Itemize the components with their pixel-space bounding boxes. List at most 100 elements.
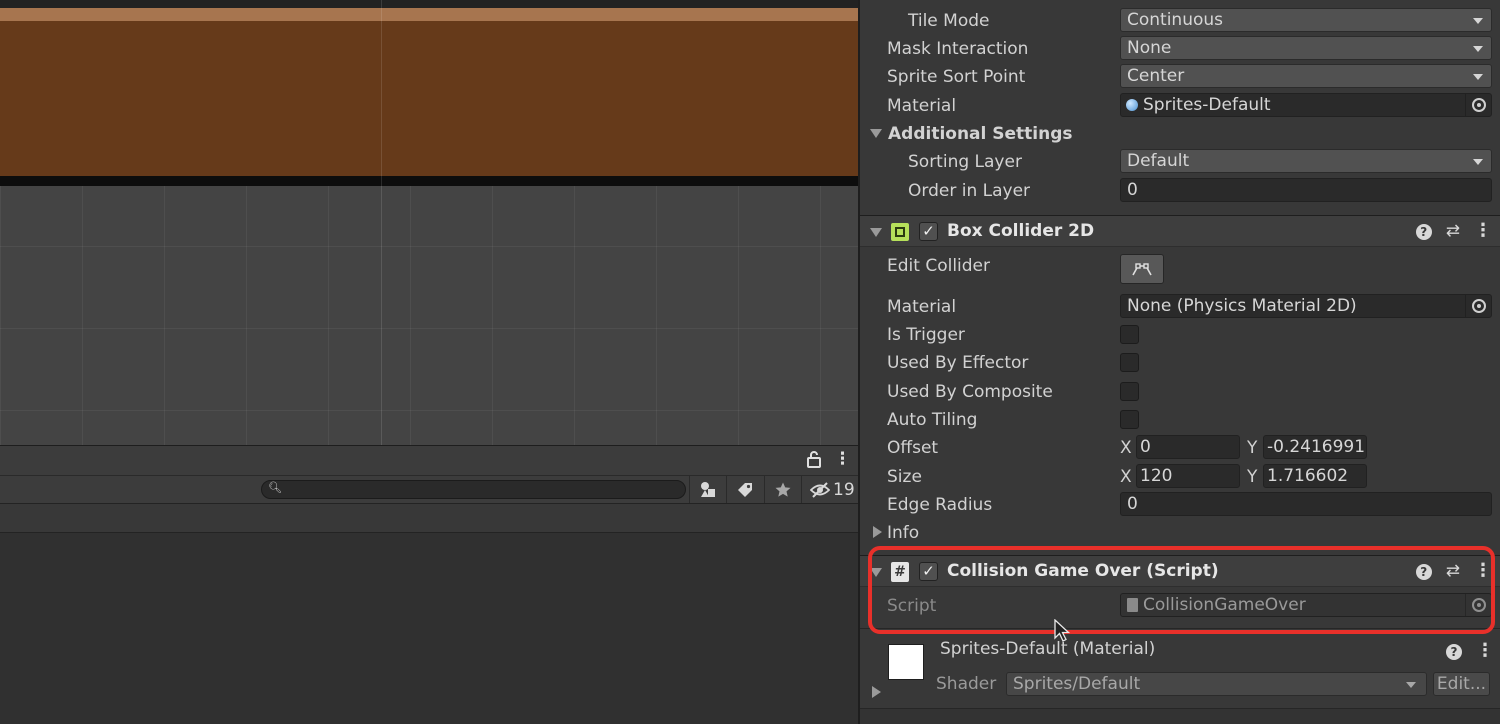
material-label: Material [887, 96, 957, 116]
filter-by-label-button[interactable] [726, 476, 762, 503]
sorting-layer-dropdown[interactable]: Default [1120, 149, 1492, 173]
filter-by-type-button[interactable] [689, 476, 725, 503]
additional-settings-row[interactable]: Additional Settings [860, 119, 1500, 147]
edge-radius-row: Edge Radius 0 [860, 490, 1500, 518]
shader-label: Shader [936, 674, 997, 694]
edit-shader-button[interactable]: Edit... [1433, 672, 1490, 696]
eye-hidden-icon [810, 481, 830, 498]
edge-radius-label: Edge Radius [887, 495, 993, 515]
offset-label: Offset [887, 438, 939, 458]
size-x-input[interactable]: 120 [1136, 464, 1240, 488]
more-options-icon[interactable]: ⋮ [1476, 641, 1494, 661]
favorites-button[interactable] [764, 476, 800, 503]
presets-icon[interactable]: ⇄ [1446, 561, 1460, 581]
script-object-field[interactable]: CollisionGameOver [1120, 593, 1492, 617]
shader-dropdown[interactable]: Sprites/Default [1006, 672, 1427, 696]
sprite-sort-point-dropdown[interactable]: Center [1120, 64, 1492, 88]
box-collider-enabled-checkbox[interactable]: ✓ [919, 222, 938, 241]
offset-row: Offset X 0 Y -0.2416991 [860, 433, 1500, 461]
chevron-down-icon [1473, 159, 1483, 165]
scene-view[interactable] [0, 0, 858, 445]
more-options-icon[interactable]: ⋮ [1474, 561, 1492, 581]
chevron-down-icon [1473, 18, 1483, 24]
material-asset-icon [1126, 99, 1138, 111]
project-search-input[interactable]: 🔍︎ [261, 480, 686, 499]
edit-collider-button[interactable] [1120, 254, 1164, 284]
sorting-layer-value: Default [1127, 151, 1190, 171]
info-foldout-row[interactable]: Info [860, 518, 1500, 546]
tile-mode-dropdown[interactable]: Continuous [1120, 8, 1492, 32]
offset-x-label[interactable]: X [1120, 438, 1132, 458]
edge-radius-input[interactable]: 0 [1120, 492, 1492, 516]
auto-tiling-checkbox[interactable] [1120, 410, 1139, 429]
mouse-cursor-icon [1054, 619, 1070, 642]
presets-icon[interactable]: ⇄ [1446, 221, 1460, 241]
is-trigger-checkbox[interactable] [1120, 325, 1139, 344]
info-label: Info [887, 523, 920, 543]
size-x-label[interactable]: X [1120, 467, 1132, 487]
chevron-down-icon [1406, 682, 1416, 688]
physics-material-field[interactable]: None (Physics Material 2D) [1120, 294, 1492, 318]
is-trigger-label: Is Trigger [887, 325, 965, 345]
script-enabled-checkbox[interactable]: ✓ [919, 562, 938, 581]
cs-script-icon [1127, 598, 1138, 612]
lock-icon[interactable] [806, 450, 822, 473]
size-y-label[interactable]: Y [1247, 467, 1257, 487]
sprite-sort-point-label: Sprite Sort Point [887, 67, 1026, 87]
foldout-collapsed-icon[interactable] [873, 526, 882, 538]
order-in-layer-label: Order in Layer [908, 181, 1031, 201]
search-icon: 🔍︎ [268, 481, 282, 494]
box-collider-header[interactable]: ✓ Box Collider 2D ? ⇄ ⋮ [860, 215, 1500, 247]
material-row: Material Sprites-Default [860, 91, 1500, 119]
inspector-bottom-strip [860, 708, 1500, 724]
hidden-packages-toggle[interactable]: 19 [801, 476, 858, 503]
help-icon[interactable]: ? [1446, 644, 1462, 660]
chevron-down-icon [1473, 46, 1483, 52]
foldout-collapsed-icon[interactable] [872, 686, 881, 698]
object-picker-icon[interactable] [1465, 94, 1491, 116]
help-icon[interactable]: ? [1415, 564, 1432, 580]
used-by-composite-label: Used By Composite [887, 382, 1053, 402]
order-in-layer-input[interactable]: 0 [1120, 178, 1492, 202]
script-component-header[interactable]: # ✓ Collision Game Over (Script) ? ⇄ ⋮ [860, 555, 1500, 587]
more-options-icon[interactable]: ⋮ [834, 449, 851, 469]
edit-collider-icon [1132, 263, 1152, 276]
more-options-icon[interactable]: ⋮ [1474, 221, 1492, 241]
mask-interaction-value: None [1127, 38, 1172, 58]
offset-y-input[interactable]: -0.2416991 [1263, 435, 1367, 459]
inspector-panel: Tile Mode Continuous Mask Interaction No… [858, 0, 1500, 724]
material-object-field[interactable]: Sprites-Default [1120, 93, 1492, 117]
sorting-layer-row: Sorting Layer Default [860, 147, 1500, 175]
mask-interaction-dropdown[interactable]: None [1120, 36, 1492, 60]
size-row: Size X 120 Y 1.716602 [860, 462, 1500, 490]
shapes-icon [700, 481, 715, 497]
ground-sprite[interactable] [0, 8, 858, 186]
auto-tiling-row: Auto Tiling [860, 405, 1500, 433]
foldout-expanded-icon[interactable] [870, 228, 882, 237]
foldout-expanded-icon[interactable] [870, 568, 882, 577]
help-icon[interactable]: ? [1415, 224, 1432, 240]
ground-bottom-edge [0, 176, 858, 186]
object-picker-icon[interactable] [1465, 295, 1491, 317]
scene-axis-line [381, 0, 382, 445]
used-by-composite-checkbox[interactable] [1120, 382, 1139, 401]
ground-top-edge [0, 8, 858, 21]
size-label: Size [887, 467, 922, 487]
script-label: Script [887, 596, 937, 616]
is-trigger-row: Is Trigger [860, 320, 1500, 348]
edit-collider-row: Edit Collider [860, 251, 1500, 284]
used-by-effector-checkbox[interactable] [1120, 353, 1139, 372]
offset-y-label[interactable]: Y [1247, 438, 1257, 458]
box-collider-icon [891, 223, 909, 241]
sprite-sort-point-row: Sprite Sort Point Center [860, 62, 1500, 90]
size-y-input[interactable]: 1.716602 [1263, 464, 1367, 488]
additional-settings-label: Additional Settings [888, 124, 1073, 144]
order-in-layer-row: Order in Layer 0 [860, 176, 1500, 204]
object-picker-icon[interactable] [1465, 594, 1491, 616]
foldout-expanded-icon[interactable] [870, 129, 882, 138]
material-value: Sprites-Default [1143, 95, 1271, 115]
edit-collider-label: Edit Collider [887, 256, 991, 276]
tile-mode-value: Continuous [1127, 10, 1224, 30]
offset-x-input[interactable]: 0 [1136, 435, 1240, 459]
project-content-area[interactable] [0, 533, 858, 724]
